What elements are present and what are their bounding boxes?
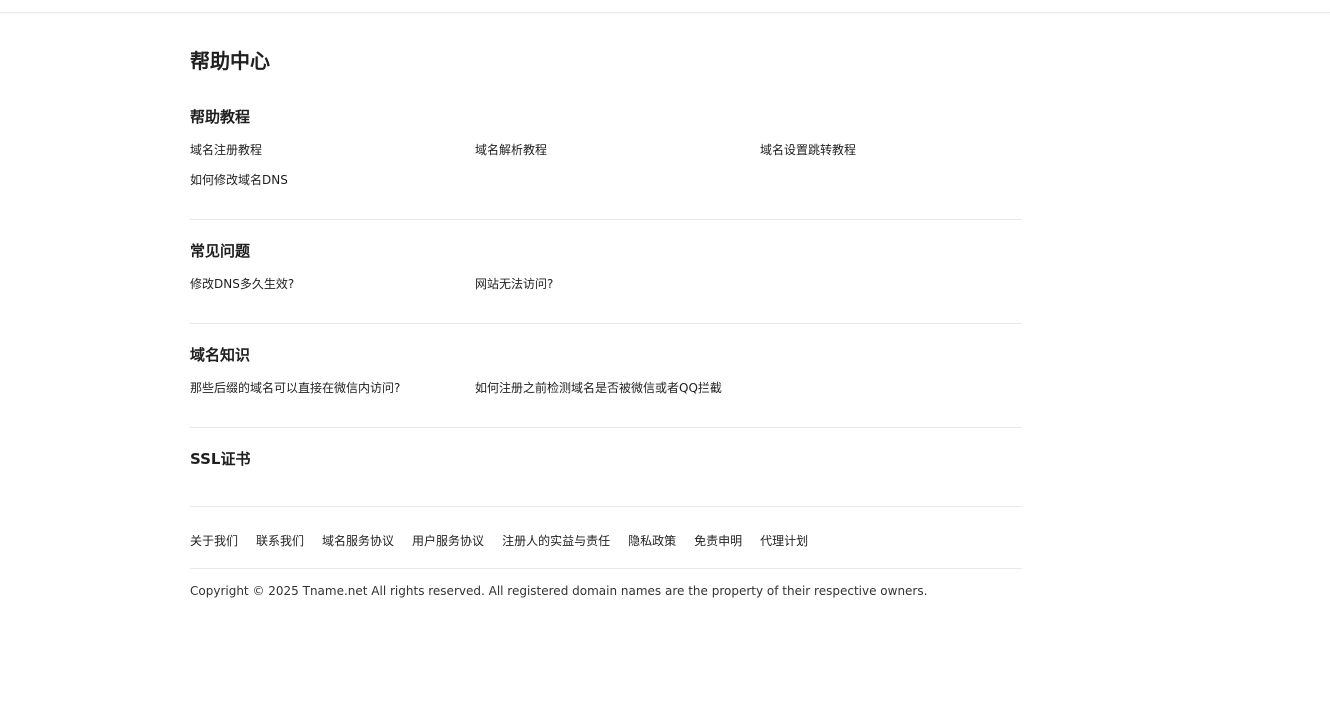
section-divider — [190, 506, 1022, 507]
footer-link-contact-us[interactable]: 联系我们 — [256, 533, 304, 549]
footer-link-registrant-rights[interactable]: 注册人的实益与责任 — [502, 533, 610, 549]
section-faq: 常见问题 修改DNS多久生效? 网站无法访问? — [190, 220, 1022, 324]
section-title: 域名知识 — [190, 346, 251, 364]
copyright-text: Copyright © 2025 Tname.net All rights re… — [190, 584, 928, 598]
section-domain-knowledge: 域名知识 那些后缀的域名可以直接在微信内访问? 如何注册之前检测域名是否被微信或… — [190, 324, 1022, 428]
help-center-main: 帮助中心 帮助教程 域名注册教程 域名解析教程 域名设置跳转教程 如何修改域名D… — [190, 46, 1022, 599]
top-header-bar — [0, 0, 1330, 13]
footer-link-agent-program[interactable]: 代理计划 — [760, 533, 808, 549]
section-title: SSL证书 — [190, 450, 251, 468]
footer-nav: 关于我们 联系我们 域名服务协议 用户服务协议 注册人的实益与责任 隐私政策 免… — [190, 533, 1022, 549]
link-wechat-accessible-suffixes[interactable]: 那些后缀的域名可以直接在微信内访问? — [190, 380, 475, 396]
footer-link-about-us[interactable]: 关于我们 — [190, 533, 238, 549]
footer-link-disclaimer[interactable]: 免责申明 — [694, 533, 742, 549]
footer-link-domain-service-agreement[interactable]: 域名服务协议 — [322, 533, 394, 549]
link-check-wechat-qq-block[interactable]: 如何注册之前检测域名是否被微信或者QQ拦截 — [475, 380, 760, 396]
section-title: 常见问题 — [190, 242, 251, 260]
link-domain-resolution-tutorial[interactable]: 域名解析教程 — [475, 142, 760, 158]
faq-links: 修改DNS多久生效? 网站无法访问? — [190, 276, 1022, 292]
link-domain-redirect-tutorial[interactable]: 域名设置跳转教程 — [760, 142, 1022, 158]
link-dns-propagation-time[interactable]: 修改DNS多久生效? — [190, 276, 475, 292]
section-title: 帮助教程 — [190, 108, 251, 126]
footer-divider — [190, 568, 1022, 569]
link-modify-dns-tutorial[interactable]: 如何修改域名DNS — [190, 172, 475, 188]
footer-link-user-service-agreement[interactable]: 用户服务协议 — [412, 533, 484, 549]
tutorial-links: 域名注册教程 域名解析教程 域名设置跳转教程 如何修改域名DNS — [190, 142, 1022, 188]
footer-link-privacy-policy[interactable]: 隐私政策 — [628, 533, 676, 549]
domain-knowledge-links: 那些后缀的域名可以直接在微信内访问? 如何注册之前检测域名是否被微信或者QQ拦截 — [190, 380, 1022, 396]
section-help-tutorials: 帮助教程 域名注册教程 域名解析教程 域名设置跳转教程 如何修改域名DNS — [190, 76, 1022, 220]
section-ssl-certificates: SSL证书 — [190, 428, 1022, 507]
page-title: 帮助中心 — [190, 49, 270, 73]
link-website-unreachable[interactable]: 网站无法访问? — [475, 276, 760, 292]
link-domain-registration-tutorial[interactable]: 域名注册教程 — [190, 142, 475, 158]
